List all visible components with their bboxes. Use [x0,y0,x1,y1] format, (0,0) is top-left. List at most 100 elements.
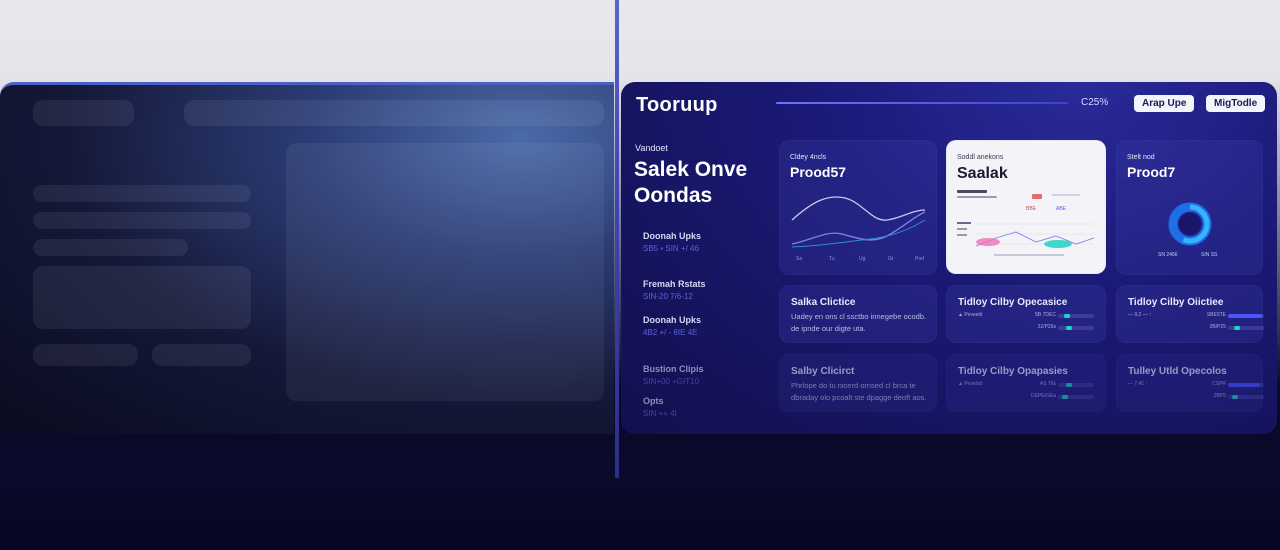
series-line-2 [791,211,926,245]
progress-fill [1228,314,1263,318]
sidebar-item-label: Doonah Upks [643,231,702,241]
card-title: Prood7 [1127,164,1176,180]
blurred-block [184,100,604,126]
sidebar-item[interactable]: Bustion Clipis SIN+00 +GIT10 [643,364,763,386]
pink-area [976,238,1000,246]
sales-card-1[interactable]: Salka Clictice Uadey en ons cl ssctbo in… [779,285,937,343]
sidebar-item-meta: 4B2 +/ - 6IE 4E [643,328,698,337]
blurred-window [0,82,614,434]
donut-hole [1179,213,1201,235]
progress-track [1228,326,1264,330]
card-title: Saalak [957,165,1008,182]
blurred-block [33,266,251,329]
highlight-card[interactable]: Soddl anekons Saalak BBE ABE [946,140,1106,274]
blurred-block [286,143,604,401]
row-value: SBE5TE [1206,312,1226,318]
progress-dot [1232,395,1238,399]
teal-area [1044,240,1072,248]
row-value: 2B/P25 [1209,324,1226,330]
dashboard-window: Tooruup C25% Arap Upe MigTodle Vandoet S… [621,82,1277,434]
progress-dot [1066,326,1072,330]
progress-dot [1234,326,1240,330]
card-title: Salby Clicirct [791,366,855,377]
text-placeholder [957,222,971,224]
sidebar-item-label: Doonah Upks [643,315,702,325]
sidebar-item[interactable]: Opts SIN ++ 4I [643,396,763,418]
badge: ABE [1056,206,1067,212]
text-placeholder [957,228,967,230]
sidebar-item[interactable]: Doonah Upks 4B2 +/ - 6IE 4E [643,315,763,337]
blurred-block [33,212,251,229]
metric-card[interactable]: Tidloy Cilby Oiictiee — 9.2 — ↑ SBE5TE 2… [1116,285,1264,343]
row-label: ▲ Pevelsd [958,381,983,387]
sidebar-item-meta: SIN+00 +GIT10 [643,377,700,386]
sidebar-item[interactable]: Doonah Upks SB5 • SIN +/ 46 [643,231,763,253]
app-title: Tooruup [636,94,718,116]
card-title: Tidloy Cilby Opecasice [958,297,1068,308]
progress-text: C25% [1081,97,1109,108]
sidebar-item-label: Fremah Rstats [643,279,706,289]
secondary-button[interactable]: MigTodle [1206,95,1266,112]
metric-card[interactable]: Tidloy Cilby Opapasies ▲ Pevelsd AS 76s … [946,354,1106,412]
row-label: — 7.41 ↑ [1128,381,1149,387]
blurred-block [33,344,138,366]
progress-line [776,102,1068,104]
card-body: Phrlope do tu nicerd ornsed cl brca te d… [791,381,927,402]
progress-track [1228,314,1264,318]
card-body: Uadey en ons cl ssctbo innegebe ocodb. d… [791,312,927,333]
metric-row: 2B/P25 [1128,324,1264,332]
row-value: AS 76s [1039,381,1056,387]
sidebar-item-meta: SIN-20 7/6-12 [643,292,693,301]
sidebar-item-meta: SB5 • SIN +/ 46 [643,244,699,253]
card-title: Tidloy Cilby Oiictiee [1128,297,1224,308]
x-tick-label: Pod [915,256,924,262]
card-title: Tidloy Cilby Opapasies [958,366,1068,377]
blurred-block [152,344,251,366]
text-placeholder [1052,194,1080,196]
card-title: Prood57 [790,164,847,180]
metric-row: — 9.2 — ↑ SBE5TE [1128,312,1264,320]
row-value: ZBP5 [1213,393,1226,399]
x-tick-label: Ug [859,256,866,262]
metric-row: 22/P26s [958,324,1094,332]
metric-row: ZBP5 [1128,393,1264,401]
window-divider[interactable] [615,0,619,478]
sidebar-item[interactable]: Fremah Rstats SIN-20 7/6-12 [643,279,763,301]
card-title: Tulley Utld Opecolos [1128,366,1227,377]
text-placeholder [957,234,967,236]
mini-area-chart [976,223,1095,248]
row-label: ▲ Peveeld [958,312,983,318]
sales-card-2[interactable]: Salby Clicirct Phrlope do tu nicerd orns… [779,354,937,412]
progress-track [1228,383,1264,387]
progress-track [1058,314,1094,318]
badge: BBE [1026,206,1037,212]
line-chart-card[interactable]: Cldey 4ncls Prood57 Sa Tu Ug Gt Pod [779,140,937,275]
sidebar-item-label: Bustion Clipis [643,364,704,374]
row-value: 22/P26s [1037,324,1056,330]
metric-card[interactable]: Tidloy Cilby Opecasice ▲ Peveeld SB 7DEC… [946,285,1106,343]
primary-button[interactable]: Arap Upe [1134,95,1195,112]
text-placeholder [957,196,997,198]
row-value: CSPR [1212,381,1226,387]
card-kicker: Stelt nod [1127,154,1155,161]
donut-card[interactable]: Stelt nod Prood7 SN 2466 SIN SS [1116,140,1263,275]
line-chart [791,196,926,248]
progress-dot [1066,383,1072,387]
status-marker [1032,194,1042,199]
progress-track [1058,326,1094,330]
metric-row: ▲ Pevelsd AS 76s [958,381,1094,389]
x-tick-label: Tu [829,256,835,262]
card-title: Salka Clictice [791,297,856,308]
metric-card[interactable]: Tulley Utld Opecolos — 7.41 ↑ CSPR ZBP5 [1116,354,1264,412]
series-line-1 [791,196,926,221]
background-wash [0,420,1280,550]
text-placeholder [957,190,987,193]
donut-label: SN 2466 [1158,252,1178,258]
row-value: DEPE/GEa [1030,393,1056,399]
progress-track [1058,395,1094,399]
progress-dot [1062,395,1068,399]
x-tick-label: Sa [796,256,803,262]
sidebar-item-meta: SIN ++ 4I [643,409,677,418]
row-value: SB 7DEC [1034,312,1056,318]
sidebar-kicker: Vandoet [635,143,668,153]
